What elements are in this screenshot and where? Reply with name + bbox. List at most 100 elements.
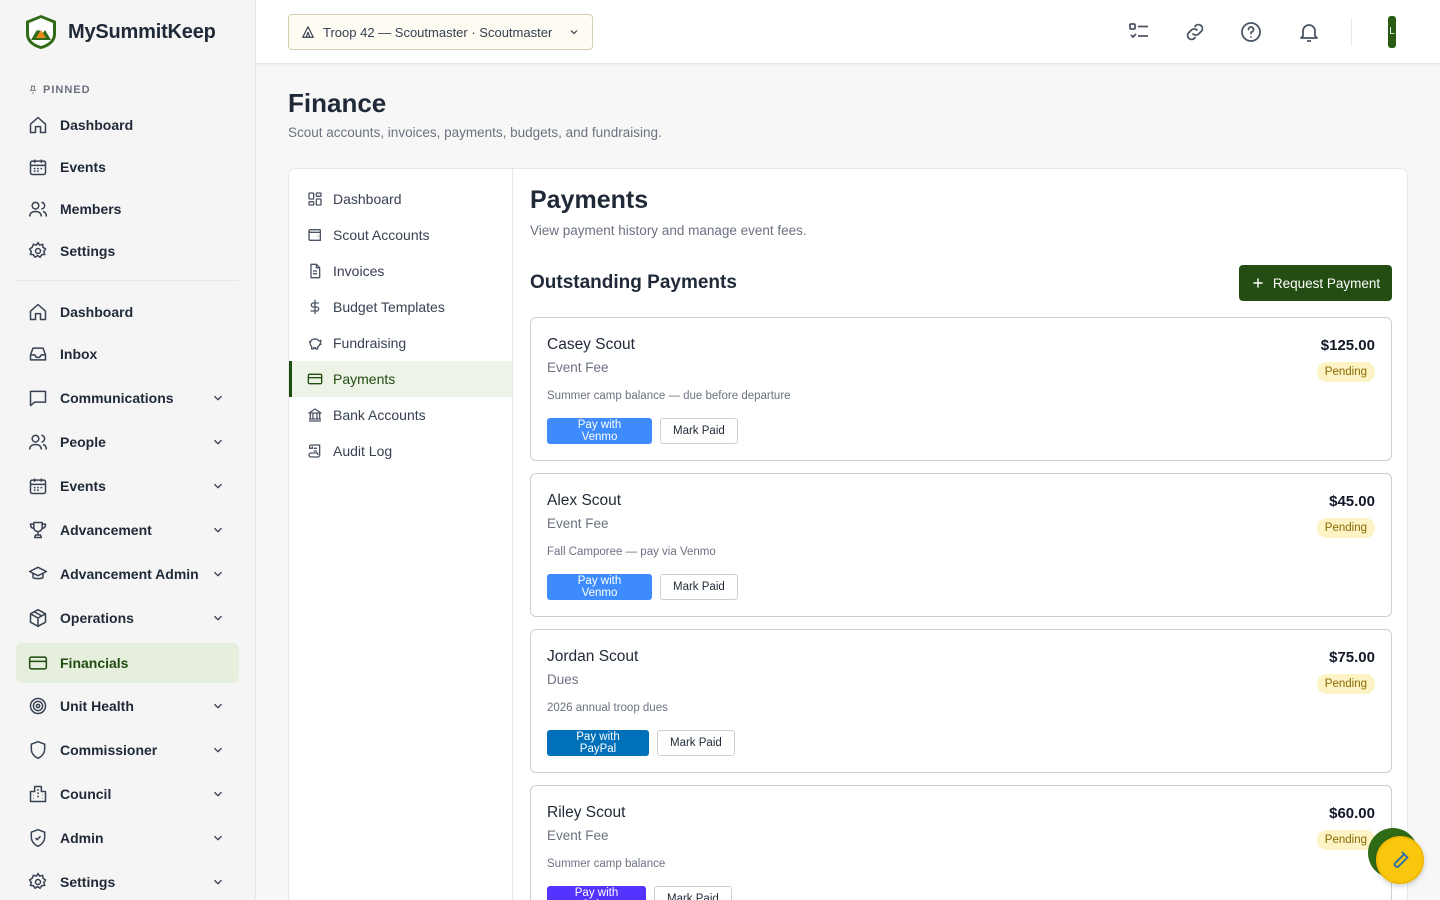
status-badge: Pending: [1316, 830, 1375, 850]
bell-icon[interactable]: [1297, 20, 1321, 44]
request-payment-button[interactable]: Request Payment: [1239, 265, 1392, 301]
help-icon[interactable]: [1239, 20, 1263, 44]
chevron-down-icon[interactable]: [211, 787, 225, 801]
chevron-down-icon[interactable]: [211, 435, 225, 449]
status-badge: Pending: [1316, 362, 1375, 382]
sidebar-divider: [16, 280, 239, 281]
users-icon: [28, 432, 48, 452]
finance-card: Dashboard Scout Accounts Invoices Budget…: [288, 168, 1408, 900]
pinned-item-dashboard[interactable]: Dashboard: [16, 105, 239, 145]
sidebar-item-unit-health[interactable]: Unit Health: [16, 686, 239, 726]
building-icon: [28, 784, 48, 804]
payer-name: Alex Scout: [547, 492, 622, 509]
sidebar-item-communications[interactable]: Communications: [16, 378, 239, 418]
subnav-audit-log[interactable]: Audit Log: [289, 433, 512, 469]
chevron-down-icon[interactable]: [211, 611, 225, 625]
chevron-down-icon[interactable]: [211, 391, 225, 405]
subnav-fundraising[interactable]: Fundraising: [289, 325, 512, 361]
sidebar: MySummitKeep PINNED Dashboard Events Mem…: [0, 0, 256, 900]
payment-card: Jordan Scout Dues 2026 annual troop dues…: [530, 629, 1392, 773]
payment-type: Event Fee: [547, 360, 609, 375]
page-subtitle: Scout accounts, invoices, payments, budg…: [288, 125, 662, 140]
pinned-section-label: PINNED: [28, 84, 91, 96]
pinned-item-members[interactable]: Members: [16, 189, 239, 229]
sidebar-item-admin[interactable]: Admin: [16, 818, 239, 858]
finance-subnav: Dashboard Scout Accounts Invoices Budget…: [289, 169, 513, 900]
chevron-down-icon[interactable]: [211, 523, 225, 537]
campfire-icon: [301, 25, 315, 39]
target-icon: [28, 696, 48, 716]
chevron-down-icon[interactable]: [211, 699, 225, 713]
sidebar-item-financials[interactable]: Financials: [16, 643, 239, 683]
graduation-cap-icon: [28, 564, 48, 584]
chevron-down-icon[interactable]: [211, 875, 225, 889]
chevron-down-icon[interactable]: [211, 567, 225, 581]
feedback-fab-button[interactable]: [1376, 836, 1424, 884]
sidebar-item-council[interactable]: Council: [16, 774, 239, 814]
credit-card-icon: [307, 371, 323, 387]
chevron-down-icon[interactable]: [211, 479, 225, 493]
scroll-icon: [307, 443, 323, 459]
user-avatar[interactable]: L: [1388, 16, 1396, 48]
mark-paid-button[interactable]: Mark Paid: [660, 574, 738, 600]
bank-icon: [307, 407, 323, 423]
subnav-budget-templates[interactable]: Budget Templates: [289, 289, 512, 325]
subnav-invoices[interactable]: Invoices: [289, 253, 512, 289]
payment-description: Summer camp balance: [547, 858, 666, 870]
unit-selector[interactable]: Troop 42 — Scoutmaster · Scoutmaster: [288, 14, 593, 50]
sidebar-item-people[interactable]: People: [16, 422, 239, 462]
mark-paid-button[interactable]: Mark Paid: [660, 418, 738, 444]
brand-name: MySummitKeep: [68, 20, 216, 43]
chevron-down-icon: [568, 26, 580, 38]
mark-paid-button[interactable]: Mark Paid: [657, 730, 735, 756]
home-icon: [28, 302, 48, 322]
chevron-down-icon[interactable]: [211, 743, 225, 757]
trophy-icon: [28, 520, 48, 540]
top-bar: Troop 42 — Scoutmaster · Scoutmaster L: [256, 0, 1440, 64]
pinned-item-events[interactable]: Events: [16, 147, 239, 187]
pay-with-venmo-button[interactable]: Pay with Venmo: [547, 574, 652, 600]
subnav-scout-accounts[interactable]: Scout Accounts: [289, 217, 512, 253]
pay-with-stripe-button[interactable]: Pay with Stripe: [547, 886, 646, 900]
sidebar-item-inbox[interactable]: Inbox: [16, 334, 239, 374]
payments-title: Payments: [530, 186, 649, 214]
sidebar-item-settings[interactable]: Settings: [16, 862, 239, 900]
payment-type: Event Fee: [547, 828, 609, 843]
payment-description: Fall Camporee — pay via Venmo: [547, 546, 716, 558]
pay-with-venmo-button[interactable]: Pay with Venmo: [547, 418, 652, 444]
shield-check-icon: [28, 828, 48, 848]
sidebar-item-advancement[interactable]: Advancement: [16, 510, 239, 550]
unit-selector-label: Troop 42 — Scoutmaster · Scoutmaster: [323, 24, 553, 40]
sidebar-item-advancement-admin[interactable]: Advancement Admin: [16, 554, 239, 594]
sidebar-item-dashboard[interactable]: Dashboard: [16, 292, 239, 332]
sidebar-item-commissioner[interactable]: Commissioner: [16, 730, 239, 770]
mark-paid-button[interactable]: Mark Paid: [654, 886, 732, 900]
chevron-down-icon[interactable]: [211, 831, 225, 845]
page-title: Finance: [288, 88, 387, 118]
pin-icon: [28, 85, 38, 95]
subnav-payments[interactable]: Payments: [289, 361, 512, 397]
link-icon[interactable]: [1183, 20, 1207, 44]
outstanding-payments-title: Outstanding Payments: [530, 272, 737, 293]
payment-card: Riley Scout Event Fee Summer camp balanc…: [530, 785, 1392, 900]
subnav-bank-accounts[interactable]: Bank Accounts: [289, 397, 512, 433]
chat-icon: [28, 388, 48, 408]
pinned-item-settings[interactable]: Settings: [16, 231, 239, 271]
sidebar-item-events[interactable]: Events: [16, 466, 239, 506]
sidebar-item-operations[interactable]: Operations: [16, 598, 239, 638]
payment-amount: $60.00: [1329, 805, 1375, 822]
dollar-icon: [307, 299, 323, 315]
wallet-icon: [307, 227, 323, 243]
piggy-bank-icon: [307, 335, 323, 351]
gear-icon: [28, 241, 48, 261]
brand[interactable]: MySummitKeep: [24, 14, 216, 50]
payments-subtitle: View payment history and manage event fe…: [530, 223, 807, 238]
checklist-icon[interactable]: [1127, 20, 1151, 44]
pay-with-paypal-button[interactable]: Pay with PayPal: [547, 730, 649, 756]
status-badge: Pending: [1316, 674, 1375, 694]
payment-card: Alex Scout Event Fee Fall Camporee — pay…: [530, 473, 1392, 617]
users-icon: [28, 199, 48, 219]
payment-amount: $75.00: [1329, 649, 1375, 666]
subnav-dashboard[interactable]: Dashboard: [289, 181, 512, 217]
calendar-icon: [28, 476, 48, 496]
